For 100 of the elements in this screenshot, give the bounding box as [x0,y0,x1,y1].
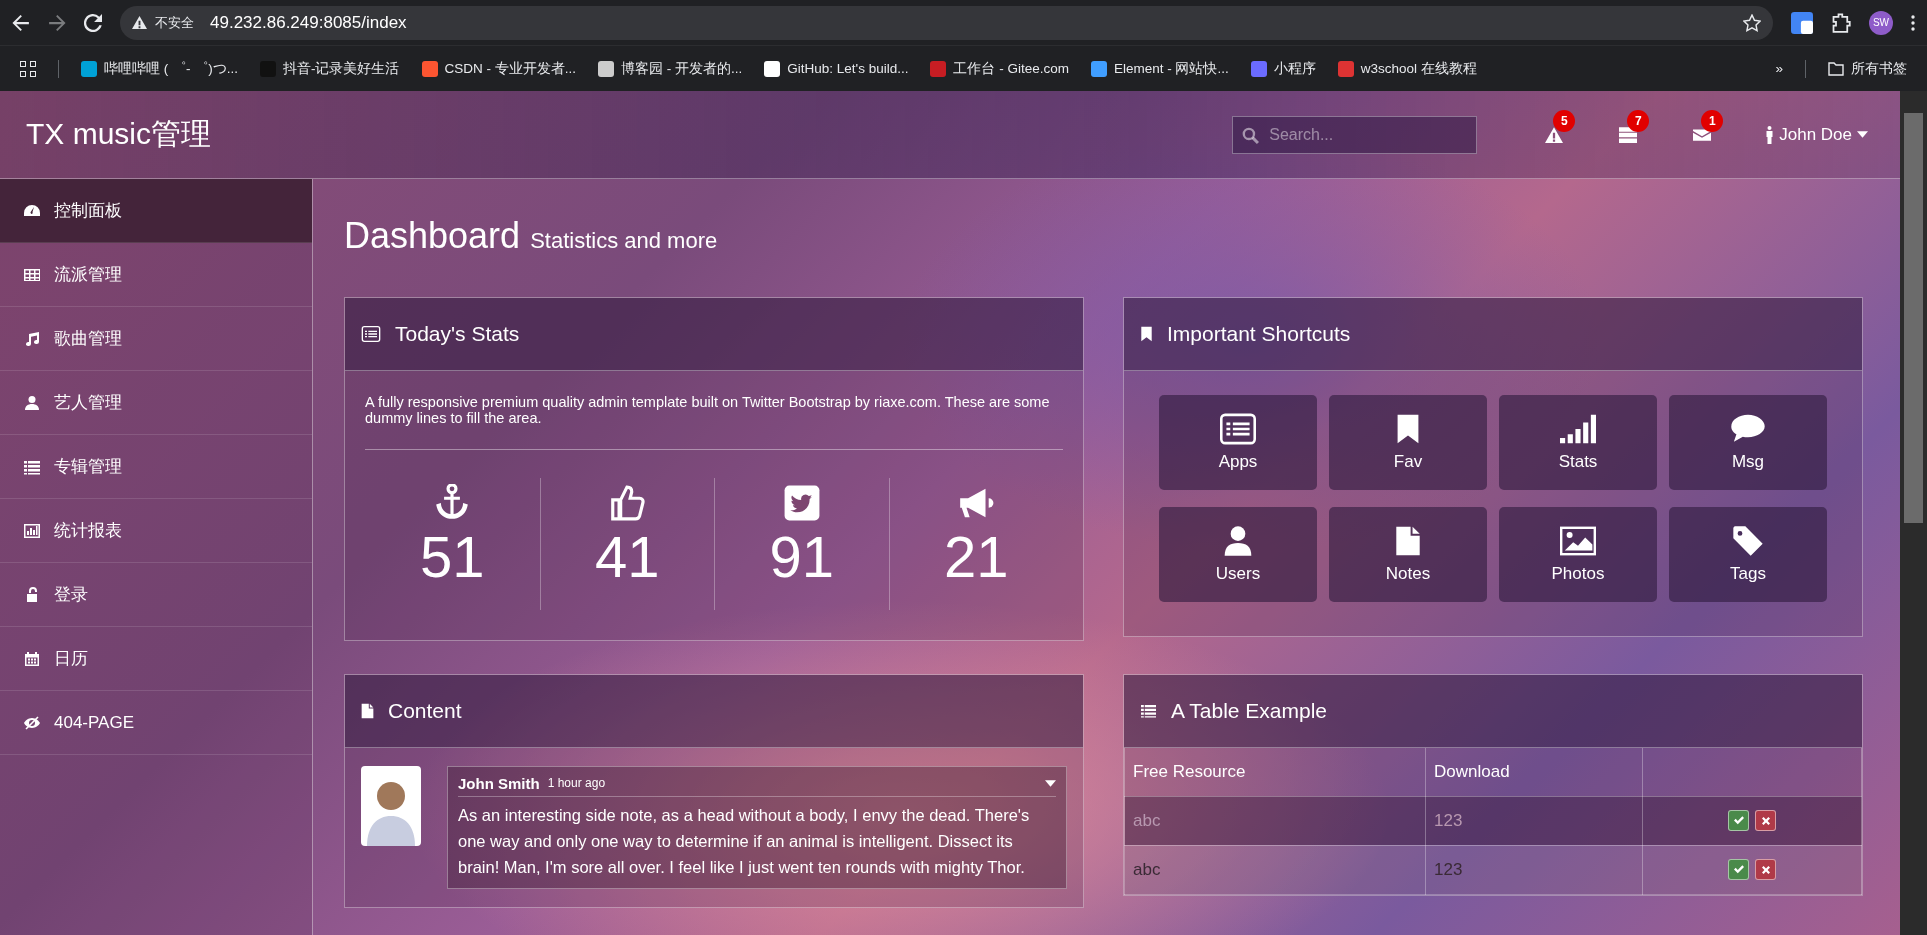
comment-author: John Smith [458,774,540,792]
more-icon[interactable] [1911,13,1915,32]
eye-slash-icon [24,714,40,731]
stat-value: 21 [944,527,1009,586]
page-subtitle: Statistics and more [530,228,718,254]
sidebar-item[interactable]: 404-PAGE [0,691,312,755]
bookmark[interactable]: 抖音-记录美好生活 [260,59,400,78]
forward-icon[interactable] [48,13,66,32]
app-title: TX music管理 [26,116,212,152]
more-bookmarks-button[interactable]: » [1775,61,1783,76]
caret-icon[interactable] [1045,779,1056,787]
delete-button[interactable] [1755,859,1776,881]
bookmark[interactable]: GitHub: Let's build... [764,60,909,77]
close-icon [1761,816,1770,825]
list-icon [24,458,40,475]
stat-value: 51 [420,527,485,586]
sidebar-item[interactable]: 控制面板 [0,179,312,243]
list-icon [1220,413,1256,445]
check-icon [1733,865,1744,875]
search-field[interactable]: Search... [1232,115,1478,154]
delete-button[interactable] [1755,810,1776,832]
shortcut-tile[interactable]: Users [1159,507,1317,602]
sidebar-item[interactable]: 歌曲管理 [0,307,312,371]
notification-badge: 7 [1627,109,1650,132]
translate-icon[interactable] [1791,11,1813,34]
warning-icon [132,15,147,30]
table-cell: 123 [1425,845,1643,895]
unlock-icon [24,586,40,603]
profile-avatar[interactable]: SW [1869,10,1893,35]
reload-icon[interactable] [84,13,102,32]
bookmark[interactable]: 工作台 - Gitee.com [930,59,1069,78]
shortcut-tile[interactable]: Stats [1499,395,1657,490]
sidebar-item[interactable]: 专辑管理 [0,435,312,499]
column-header: Download [1425,747,1643,797]
table-cell: abc [1124,845,1426,895]
signal-bars-icon [1560,413,1596,445]
notification-badge: 1 [1701,109,1724,132]
user-menu[interactable]: John Doe [1765,124,1868,145]
card-title: Content [388,698,462,723]
calendar-icon [24,650,40,667]
warning-icon[interactable] [1545,125,1564,144]
bookmark[interactable]: 哔哩哔哩 ( ゜- ゜)つ... [81,59,238,78]
sidebar-item[interactable]: 登录 [0,563,312,627]
sidebar-item[interactable]: 艺人管理 [0,371,312,435]
page-title: Dashboard [344,215,521,257]
table-cell: 123 [1425,796,1643,846]
list-icon [1140,703,1157,719]
security-label: 不安全 [155,13,194,32]
document-icon [361,702,374,719]
bookmark[interactable]: 小程序 [1250,59,1316,78]
stat-value: 91 [769,527,834,586]
close-icon [1761,865,1770,874]
folder-icon [1828,61,1844,76]
card-title: A Table Example [1171,698,1328,723]
sidebar-item[interactable]: 流派管理 [0,243,312,307]
url-text: 49.232.86.249:8085/index [210,12,408,33]
shortcut-tile[interactable]: Photos [1499,507,1657,602]
bookmark[interactable]: w3school 在线教程 [1337,59,1477,78]
check-icon [1733,816,1744,826]
dashboard-icon [24,202,40,219]
bird-square-icon [782,483,821,522]
apps-grid-icon[interactable] [20,60,36,77]
address-bar[interactable]: 不安全 49.232.86.249:8085/index [120,5,1773,40]
bookmark-icon [1395,413,1421,445]
bookmark[interactable]: CSDN - 专业开发者... [421,59,576,78]
shortcut-tile[interactable]: Msg [1669,395,1827,490]
thumbs-up-icon [608,483,647,522]
avatar-icon [361,765,421,846]
image-icon [1560,525,1596,557]
list-icon [361,326,381,342]
description-text: A fully responsive premium quality admin template built on Twitter Bootstrap by riaxe.com. These are some dummy lines to fill the area. [365,391,1063,450]
approve-button[interactable] [1728,810,1749,832]
shortcut-tile[interactable]: Apps [1159,395,1317,490]
comment-time: 1 hour ago [547,776,607,791]
caret-icon [1857,131,1868,138]
music-icon [24,330,40,347]
notification-badge: 5 [1553,109,1576,132]
bookmark[interactable]: 博客园 - 开发者的... [598,59,743,78]
bookmark-icon [1140,326,1153,342]
extensions-icon[interactable] [1831,12,1851,33]
sidebar-item[interactable]: 日历 [0,627,312,691]
shortcut-tile[interactable]: Fav [1329,395,1487,490]
tag-icon [1730,525,1766,557]
approve-button[interactable] [1728,859,1749,881]
column-header: Free Resource [1124,747,1426,797]
back-icon[interactable] [12,13,30,32]
shortcut-tile[interactable]: Tags [1669,507,1827,602]
server-icon[interactable] [1619,125,1638,144]
sidebar-item[interactable]: 统计报表 [0,499,312,563]
document-icon [1395,525,1421,557]
shortcut-tile[interactable]: Notes [1329,507,1487,602]
stat-value: 41 [595,527,660,586]
card-title: Today's Stats [395,322,520,346]
bar-chart-icon [24,522,40,539]
all-bookmarks-button[interactable]: 所有书签 [1828,59,1907,78]
table-cell: abc [1124,796,1426,846]
table-icon [24,266,40,283]
star-icon[interactable] [1743,13,1761,32]
comment-text: As an interesting side note, as a head without a body, I envy the dead. There's one way and only one way to determine if an animal is intelligent. Dissect its brain! Man, I'm sore all over. I feel like I just went ten rounds with mighty Thor. [458,804,1031,878]
bookmark[interactable]: Element - 网站快... [1090,59,1229,78]
